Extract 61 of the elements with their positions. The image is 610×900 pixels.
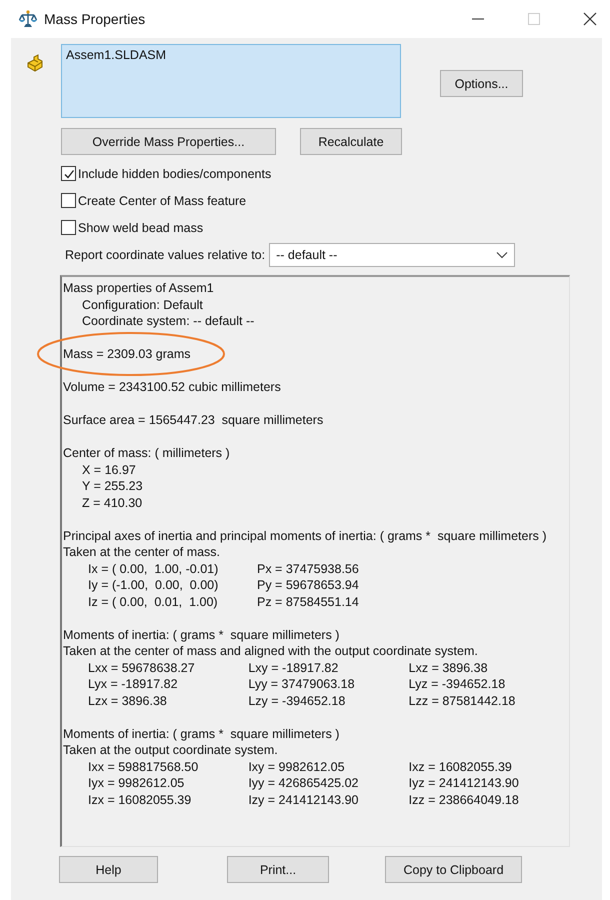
report-value: Izz = 238664049.18 — [408, 792, 520, 808]
checkbox-label: Show weld bead mass — [78, 220, 204, 234]
options-button[interactable]: Options... — [440, 70, 523, 97]
report-line: Principal axes of inertia and principal moments of inertia: ( grams * square millimeters ) — [63, 528, 547, 542]
chevron-down-icon — [496, 251, 508, 259]
report-line: Center of mass: ( millimeters ) — [63, 446, 230, 460]
checkbox-label: Create Center of Mass feature — [78, 194, 246, 208]
report-value: Lyz = -394652.18 — [408, 676, 506, 692]
report-value: Lzy = -394652.18 — [248, 692, 346, 709]
report-value: Lzx = 3896.38 — [88, 692, 168, 709]
report-value: Izx = 16082055.39 — [88, 792, 192, 808]
close-icon[interactable] — [583, 12, 597, 26]
scale-icon — [18, 9, 38, 29]
checkbox[interactable] — [61, 166, 76, 181]
report-line: Taken at the center of mass and aligned with the output coordinate system. — [63, 644, 478, 658]
window-title: Mass Properties — [44, 11, 146, 27]
report-value: Lzz = 87581442.18 — [408, 692, 516, 709]
report-line: Coordinate system: -- default -- — [82, 314, 254, 328]
action-button[interactable]: Recalculate — [300, 128, 402, 155]
report-value: Lxx = 59678638.27 — [88, 660, 196, 676]
report-value: Ixy = 9982612.05 — [248, 758, 346, 775]
report-value: Py = 59678653.94 — [257, 577, 360, 594]
selection-list[interactable]: Assem1.SLDASM — [61, 44, 401, 118]
checkbox-label: Include hidden bodies/components — [78, 166, 272, 180]
dialog-button[interactable]: Help — [59, 856, 158, 883]
report-value: Ixx = 598817568.50 — [88, 758, 200, 775]
report-line: Taken at the output coordinate system. — [63, 743, 278, 757]
report-value: Ix = ( 0.00, 1.00, -0.01) — [88, 560, 220, 577]
report-line: Moments of inertia: ( grams * square millimeters ) — [63, 726, 340, 740]
report-line: X = 16.97 — [82, 462, 136, 476]
selection-item[interactable]: Assem1.SLDASM — [66, 48, 166, 62]
coordinate-dropdown[interactable]: -- default -- — [269, 243, 516, 267]
report-value: Lyy = 37479063.18 — [248, 676, 356, 692]
action-button[interactable]: Override Mass Properties... — [61, 128, 276, 155]
report-value: Ixz = 16082055.39 — [408, 758, 513, 775]
report-value: Px = 37475938.56 — [257, 560, 360, 577]
report-value: Iyx = 9982612.05 — [88, 775, 186, 792]
report-line: Moments of inertia: ( grams * square millimeters ) — [63, 628, 340, 642]
report-line: Mass properties of Assem1 — [63, 281, 214, 295]
report-value: Pz = 87584551.14 — [257, 594, 360, 610]
report-line: Surface area = 1565447.23 square millimeters — [63, 413, 324, 427]
report-line: Z = 410.30 — [82, 496, 142, 510]
dialog-button[interactable]: Print... — [227, 856, 329, 883]
report-line: Configuration: Default — [82, 298, 203, 312]
report-value: Lxz = 3896.38 — [408, 660, 489, 676]
report-value: Iyy = 426865425.02 — [248, 775, 360, 792]
report-value: Iz = ( 0.00, 0.01, 1.00) — [88, 594, 219, 610]
report-line: Volume = 2343100.52 cubic millimeters — [63, 380, 281, 394]
report-value: Iyz = 241412143.90 — [408, 775, 520, 792]
assembly-icon — [25, 54, 45, 74]
checkbox[interactable] — [61, 220, 76, 235]
coordinate-label: Report coordinate values relative to: — [65, 248, 266, 262]
report-value: Iy = (-1.00, 0.00, 0.00) — [88, 577, 220, 594]
report-line: Taken at the center of mass. — [63, 545, 220, 559]
report-line: Y = 255.23 — [82, 479, 143, 493]
report-line: Mass = 2309.03 grams — [63, 347, 190, 361]
checkbox[interactable] — [61, 193, 76, 208]
dialog-button[interactable]: Copy to Clipboard — [385, 856, 522, 883]
report-value: Izy = 241412143.90 — [248, 792, 360, 808]
report-value: Lyx = -18917.82 — [88, 676, 179, 692]
report-value: Lxy = -18917.82 — [248, 660, 340, 676]
